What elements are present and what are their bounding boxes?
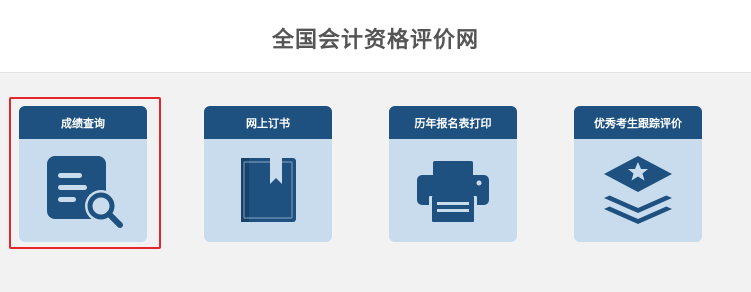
book-bookmark-icon <box>204 139 332 242</box>
site-header: 全国会计资格评价网 <box>0 0 751 73</box>
printer-icon <box>389 139 517 242</box>
online-book-order-card[interactable]: 网上订书 <box>204 106 332 242</box>
card-title: 历年报名表打印 <box>389 106 517 139</box>
registration-form-print-card[interactable]: 历年报名表打印 <box>389 106 517 242</box>
card-title: 优秀考生跟踪评价 <box>574 106 702 139</box>
score-query-card[interactable]: 成绩查询 <box>19 106 147 242</box>
star-layers-icon <box>574 139 702 242</box>
site-title: 全国会计资格评价网 <box>271 28 479 53</box>
card-title: 成绩查询 <box>19 106 147 139</box>
excellent-candidate-tracking-card[interactable]: 优秀考生跟踪评价 <box>574 106 702 242</box>
card-title: 网上订书 <box>204 106 332 139</box>
document-search-icon <box>19 139 147 242</box>
